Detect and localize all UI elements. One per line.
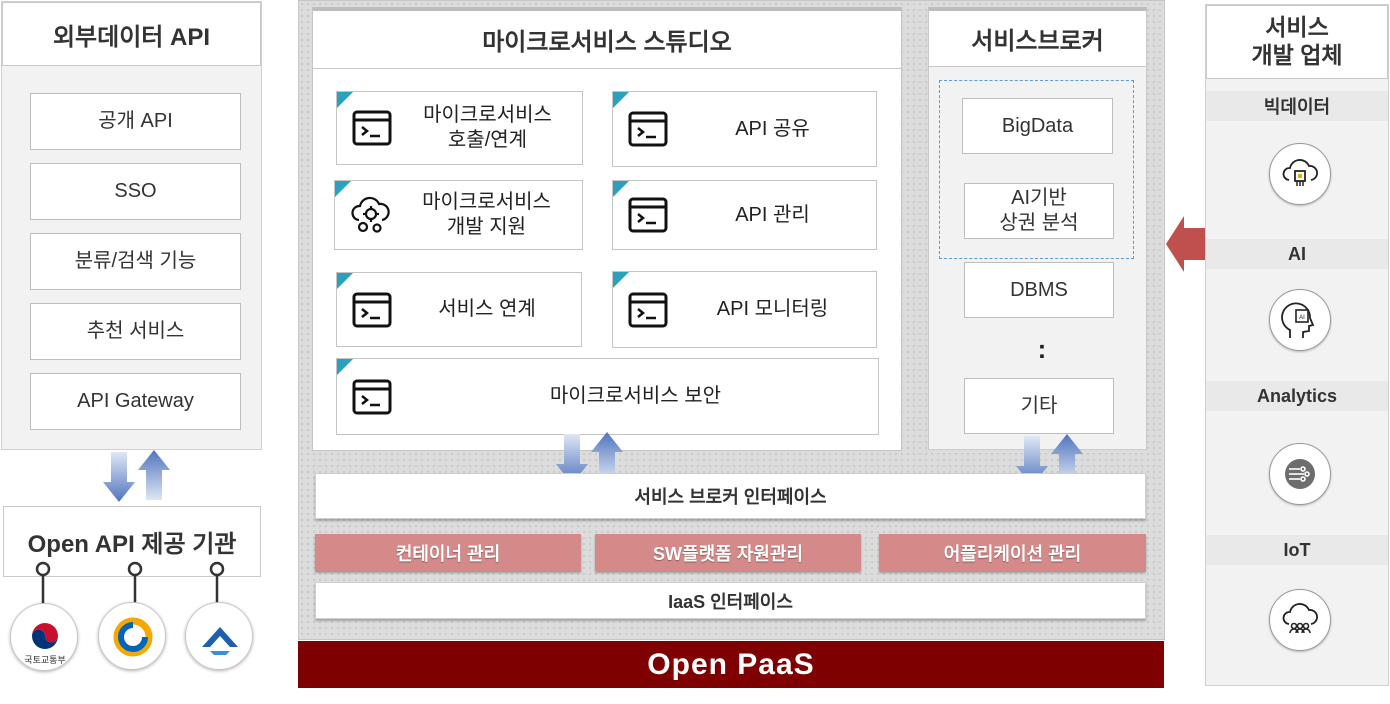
container-management-bar: 컨테이너 관리 (315, 534, 581, 571)
open-paas-banner: Open PaaS (298, 641, 1164, 688)
provider-emblem-3-icon (202, 627, 238, 655)
microservice-studio-title: 마이크로서비스 스튜디오 (313, 11, 901, 69)
card-label: 마이크로서비스 호출/연계 (423, 104, 552, 151)
svg-text:AI: AI (1299, 315, 1305, 321)
provider-logo-3 (185, 602, 253, 670)
broker-dbms-box: DBMS (964, 262, 1114, 318)
category-bigdata-label: 빅데이터 (1206, 91, 1388, 121)
card-label: 서비스 연계 (438, 298, 536, 320)
service-dev-company-title: 서비스 개발 업체 (1206, 5, 1388, 79)
service-broker-interface-bar: 서비스 브로커 인터페이스 (315, 473, 1146, 519)
recommend-service-box: 추천 서비스 (30, 303, 241, 360)
card-label: 마이크로서비스 보안 (549, 385, 722, 407)
broker-ellipsis: : (1037, 334, 1047, 364)
card-corner (335, 181, 351, 197)
analytics-icon (1285, 459, 1315, 489)
broker-ai-analysis-box: AI기반 상권 분석 (964, 183, 1114, 239)
service-broker-title: 서비스브로커 (929, 11, 1146, 67)
category-analytics-label: Analytics (1206, 381, 1388, 411)
ai-circle: AI (1269, 289, 1331, 351)
provider-emblem-2-icon (113, 617, 153, 657)
terminal-icon (627, 108, 669, 150)
card-label: API 모니터링 (716, 298, 829, 320)
card-corner (337, 92, 353, 108)
card-corner (613, 92, 629, 108)
service-dev-company-panel: 서비스 개발 업체 빅데이터 AI AI Analytics IoT (1205, 4, 1389, 686)
card-api-share: API 공유 (612, 91, 877, 167)
terminal-icon (351, 376, 393, 418)
card-label: API 공유 (735, 117, 810, 140)
card-corner (337, 359, 353, 375)
card-service-link: 서비스 연계 (336, 272, 582, 347)
molit-logo-label: 국토교통부 (24, 655, 66, 665)
application-management-bar: 어플리케이션 관리 (879, 534, 1146, 571)
cloud-gears-icon (351, 196, 390, 233)
classification-search-box: 분류/검색 기능 (30, 233, 241, 290)
card-api-manage: API 관리 (612, 180, 877, 250)
card-corner (613, 272, 629, 288)
external-data-api-title: 외부데이터 API (2, 2, 261, 66)
sw-platform-resource-bar: SW플랫폼 자원관리 (595, 534, 861, 571)
api-gateway-box: API Gateway (30, 373, 241, 430)
iot-cloud-icon (1282, 603, 1318, 634)
card-api-monitoring: API 모니터링 (612, 271, 877, 348)
public-api-box: 공개 API (30, 93, 241, 150)
left-down-arrow-icon (103, 452, 135, 502)
left-up-arrow-icon (138, 450, 170, 500)
broker-bigdata-box: BigData (962, 98, 1113, 154)
card-corner (337, 273, 353, 289)
card-microservice-dev: 마이크로서비스 개발 지원 (334, 180, 583, 250)
cloud-chip-icon (1282, 159, 1318, 186)
ai-head-icon: AI (1281, 302, 1315, 338)
card-microservice-call: 마이크로서비스 호출/연계 (336, 91, 583, 165)
provider-logo-2 (98, 602, 166, 670)
card-label: 마이크로서비스 개발 지원 (422, 191, 551, 238)
card-label: API 관리 (735, 203, 810, 226)
terminal-icon (351, 289, 393, 331)
terminal-icon (627, 194, 669, 236)
external-data-api-panel: 외부데이터 API 공개 API SSO 분류/검색 기능 추천 서비스 API… (1, 1, 262, 450)
category-iot-label: IoT (1206, 535, 1388, 565)
molit-logo: 국토교통부 (10, 603, 78, 671)
category-ai-label: AI (1206, 239, 1388, 269)
bigdata-circle (1269, 143, 1331, 205)
terminal-icon (351, 107, 393, 149)
terminal-icon (627, 289, 669, 331)
card-corner (613, 181, 629, 197)
iot-circle (1269, 589, 1331, 651)
card-microservice-security: 마이크로서비스 보안 (336, 358, 879, 435)
broker-etc-box: 기타 (964, 378, 1114, 434)
red-left-arrow-icon (1166, 216, 1208, 272)
sso-box: SSO (30, 163, 241, 220)
iaas-interface-bar: IaaS 인터페이스 (315, 582, 1146, 619)
analytics-circle (1269, 443, 1331, 505)
